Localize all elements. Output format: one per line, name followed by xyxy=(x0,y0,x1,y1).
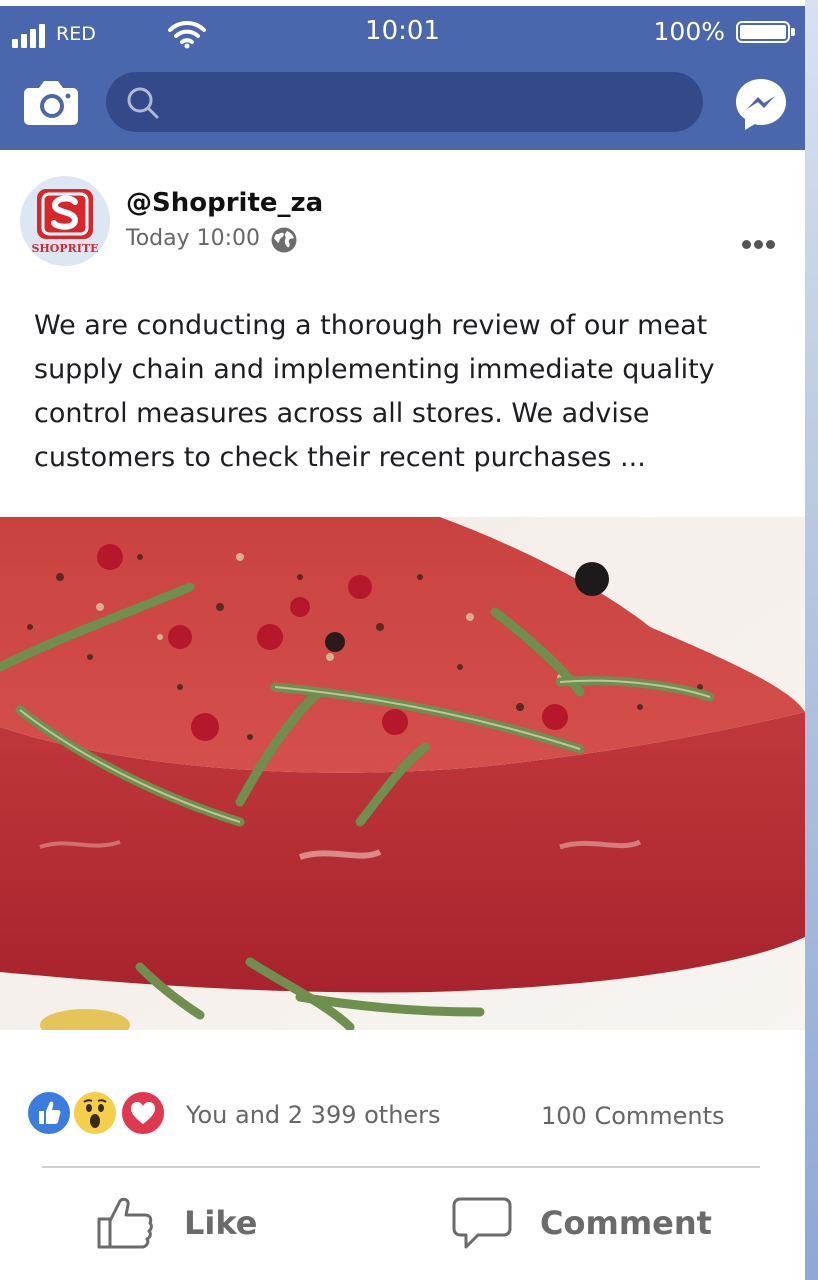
like-icon xyxy=(26,1090,72,1136)
thumbs-up-icon xyxy=(97,1197,153,1249)
love-icon xyxy=(120,1090,166,1136)
post-timestamp: Today 10:00 xyxy=(126,226,261,251)
avatar-brand-text: SHOPRITE xyxy=(31,242,98,255)
status-bar: RED 10:01 100% xyxy=(0,6,805,62)
device-frame-right xyxy=(805,0,818,1280)
comment-label: Comment xyxy=(540,1204,712,1242)
like-label: Like xyxy=(184,1204,258,1242)
wow-icon xyxy=(72,1090,118,1136)
globe-icon xyxy=(270,226,298,258)
search-bar[interactable] xyxy=(106,72,703,132)
post-author[interactable]: @Shoprite_za xyxy=(126,188,323,218)
like-button[interactable]: Like xyxy=(96,1190,257,1256)
app-header: RED 10:01 100% xyxy=(0,6,805,150)
comments-count[interactable]: 100 Comments xyxy=(541,1102,725,1130)
post-photo-steak[interactable] xyxy=(0,517,805,1030)
battery-percentage: 100% xyxy=(653,17,725,46)
camera-icon[interactable] xyxy=(23,78,79,130)
divider xyxy=(42,1166,760,1168)
comment-button[interactable]: Comment xyxy=(452,1190,712,1256)
likes-count[interactable]: You and 2 399 others xyxy=(186,1101,441,1129)
shoprite-logo-avatar[interactable]: SHOPRITE xyxy=(20,176,110,266)
post-text: We are conducting a thorough review of o… xyxy=(34,310,715,473)
phone-screen: RED 10:01 100% SHOPRITE @Shoprite_za Tod… xyxy=(0,0,805,1280)
search-input[interactable] xyxy=(172,82,676,124)
more-options-icon[interactable] xyxy=(742,234,778,253)
search-icon xyxy=(126,86,160,124)
messenger-icon[interactable] xyxy=(733,76,789,136)
comment-bubble-icon xyxy=(452,1197,512,1249)
battery-icon xyxy=(736,21,795,43)
reactions-summary[interactable] xyxy=(26,1090,186,1138)
